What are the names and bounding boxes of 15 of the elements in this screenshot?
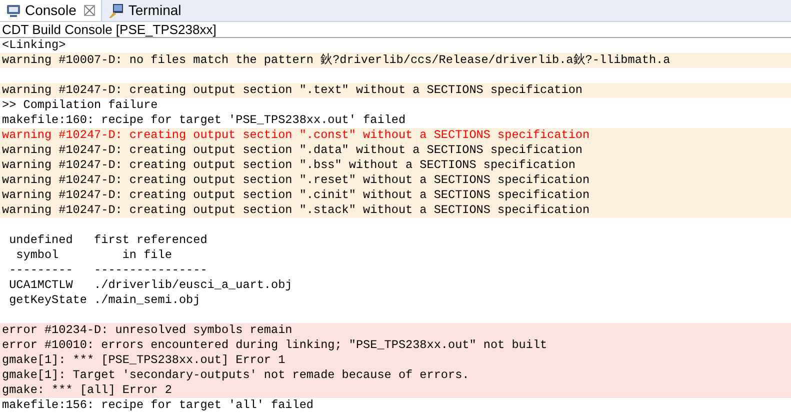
- console-line: undefined first referenced: [8, 233, 208, 248]
- console-line: makefile:160: recipe for target 'PSE_TPS238xx.out' failed: [1, 113, 407, 128]
- tab[interactable]: Console: [0, 0, 102, 21]
- console-line: --------- ----------------: [8, 263, 208, 278]
- console-line: >> Compilation failure: [1, 98, 159, 113]
- monitor-icon: [6, 4, 21, 18]
- terminal-icon: [108, 2, 124, 18]
- console-line: makefile:156: recipe for target 'all' failed: [1, 398, 314, 413]
- tab[interactable]: Terminal: [102, 0, 188, 21]
- console-line: <Linking>: [1, 38, 67, 53]
- close-icon[interactable]: [84, 5, 96, 16]
- console-line: getKeyState ./main_semi.obj: [8, 293, 202, 308]
- console-line: UCA1MCTLW ./driverlib/eusci_a_uart.obj: [8, 278, 294, 293]
- console-line: symbol in file: [15, 248, 173, 263]
- console-title: CDT Build Console [PSE_TPS238xx]: [1, 22, 218, 37]
